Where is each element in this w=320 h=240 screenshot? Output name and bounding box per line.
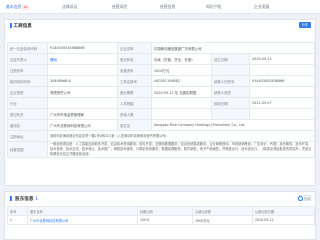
field-value: 一般经营项目是：人工智能应用软件开发；信息技术咨询服务；软件开发；互联网数据服务… <box>46 141 316 158</box>
field-label: 纳税人识别号 <box>211 75 250 87</box>
table-row: 组织机构代码 34498966-6 工商注册号 440301109882 纳税人… <box>7 75 316 87</box>
field-label <box>211 64 250 76</box>
column-header: 股东名称 <box>27 206 138 216</box>
field-label: 经营范围 <box>7 141 48 158</box>
field-value <box>47 97 118 109</box>
business-info-card: 工商信息 分享 统一社会信用代码 9144030034988666 企业名称 中… <box>4 19 316 186</box>
table-cell: 1000万元 <box>192 215 253 225</box>
field-label: 曾用名 <box>7 119 48 131</box>
field-label: 注册资本 <box>7 64 48 76</box>
field-label: 组织机构代码 <box>7 75 48 87</box>
table-header: 序号 股东名称 持股比例 认缴出资额 认缴出资日期 <box>7 206 315 216</box>
tab-label: 经营风险 <box>112 4 128 9</box>
field-value: 中国移动通信集团广东有限公司 <box>150 42 316 54</box>
tab-basic-info[interactable]: 基本信息 61 <box>6 3 30 10</box>
field-label <box>211 108 250 120</box>
tab-badge: 61 <box>22 4 30 10</box>
field-value: Jianggao Rice Company Holdings (Shenzhen… <box>150 119 316 131</box>
column-header: 认缴出资日期 <box>252 206 315 216</box>
field-value: 2021-09-07 <box>248 97 316 109</box>
field-value <box>151 108 212 120</box>
table-row: 企业类型 有限责任公司 营业期限 2020-09-12 至 无固定期限 纳税人资… <box>7 86 316 98</box>
section-title: 工商信息 <box>10 23 32 29</box>
column-header: 认缴出资额 <box>192 206 253 216</box>
section-title-text: 股东信息 <box>15 197 34 202</box>
tab-label: 法律诉讼 <box>62 4 78 9</box>
field-value: 1000万元 <box>151 64 212 76</box>
table-cell: 2020-09-12 <box>252 215 315 225</box>
field-label: 参保人数 <box>117 108 152 120</box>
column-header: 持股比例 <box>137 206 193 216</box>
field-label: 企业名称 <box>117 42 152 54</box>
search-icon <box>298 196 303 201</box>
field-label: 纳税人资质 <box>211 86 250 98</box>
field-label: 企业类型 <box>7 86 48 98</box>
field-value: 2020-09-12 <box>248 53 316 65</box>
shareholders-card: 股东信息 1 筛选 序号 股东名称 持股比例 认缴出资额 认缴出资日期 1 广州… <box>4 191 316 240</box>
registered-address: 深圳市前海深港合作区前湾一路1号A栋201室（入驻深圳市前海商务秘书有限公司） <box>50 133 169 138</box>
table-cell: 100% <box>137 215 193 225</box>
field-value: 广州市互联网科技有限公司 <box>47 119 118 131</box>
tab-label: 知识产权 <box>206 4 222 9</box>
table-row: 注册资本 实缴资本 1000万元 <box>7 64 316 76</box>
field-label: 登记状态 <box>117 53 152 65</box>
table-row: 注册地址 深圳市前海深港合作区前湾一路1号A栋201室（入驻深圳市前海商务秘书有… <box>7 130 316 142</box>
table-row: 登记机关 广州市市场监督管理局 参保人数 <box>7 108 316 120</box>
table-row: 法定代表人 魏明 登记状态 存续（在营、开业、在册） 成立日期 2020-09-… <box>7 53 316 65</box>
field-value <box>248 108 316 120</box>
field-label: 成立日期 <box>211 53 250 65</box>
table-cell: 1 <box>7 215 28 225</box>
tab-risk[interactable]: 经营风险 <box>112 3 127 10</box>
tab-label: 基本信息 <box>6 4 22 9</box>
tab-label: 经营信息 <box>160 4 176 9</box>
share-button[interactable]: 分享 <box>298 22 311 28</box>
field-value: 存续（在营、开业、在册） <box>151 53 212 65</box>
column-header: 序号 <box>7 206 28 216</box>
top-tab-bar: 基本信息 61 法律诉讼 经营风险 经营信息 知识产权 企业发展 <box>0 0 320 14</box>
field-label: 登记机关 <box>7 108 48 120</box>
field-value <box>151 97 212 109</box>
field-value: 2020-09-12 至 无固定期限 <box>151 86 212 98</box>
business-info-table: 统一社会信用代码 9144030034988666 企业名称 中国移动通信集团广… <box>7 42 316 158</box>
shareholders-table: 序号 股东名称 持股比例 认缴出资额 认缴出资日期 1 广州市互联网科技有限公司… <box>7 206 315 225</box>
section-title: 股东信息 1 <box>10 196 38 202</box>
field-label: 注册地址 <box>7 130 48 142</box>
tab-legal[interactable]: 法律诉讼 <box>62 3 77 10</box>
business-scope: 一般经营项目是：人工智能应用软件开发；信息技术咨询服务；软件开发；互联网数据服务… <box>50 142 312 157</box>
field-value: 440301109882 <box>151 75 212 87</box>
field-value <box>248 86 316 98</box>
count: 1 <box>35 197 39 202</box>
field-label: 统一社会信用代码 <box>7 42 48 54</box>
tab-ip[interactable]: 知识产权 <box>206 3 221 10</box>
table-row: 行业 人员规模 核准日期 2021-09-07 <box>7 97 316 109</box>
table-row: 1 广州市互联网科技有限公司 100% 1000万元 2020-09-12 <box>7 215 315 225</box>
legal-rep-link[interactable]: 魏明 <box>47 53 118 65</box>
shareholder-link[interactable]: 广州市互联网科技有限公司 <box>27 215 138 225</box>
field-label: 人员规模 <box>117 97 152 109</box>
filter-label: 筛选 <box>303 196 310 201</box>
field-label: 实缴资本 <box>117 64 152 76</box>
field-value: 深圳市前海深港合作区前湾一路1号A栋201室（入驻深圳市前海商务秘书有限公司） <box>46 130 316 142</box>
tab-development[interactable]: 企业发展 <box>254 3 269 10</box>
table-row: 统一社会信用代码 9144030034988666 企业名称 中国移动通信集团广… <box>7 42 316 54</box>
field-value: 广州市市场监督管理局 <box>47 108 118 120</box>
field-value <box>47 64 118 76</box>
field-label: 行业 <box>7 97 48 109</box>
table-row: 经营范围 一般经营项目是：人工智能应用软件开发；信息技术咨询服务；软件开发；互联… <box>7 141 316 158</box>
filter-button[interactable]: 筛选 <box>297 195 311 201</box>
field-value: 914403003498866 <box>248 75 316 87</box>
field-value: 9144030034988666 <box>47 42 118 54</box>
field-label: 工商注册号 <box>117 75 152 87</box>
field-value: 有限责任公司 <box>47 86 118 98</box>
field-value: 34498966-6 <box>47 75 118 87</box>
field-label: 法定代表人 <box>7 53 48 65</box>
field-label: 营业期限 <box>117 86 152 98</box>
field-value <box>248 64 316 76</box>
tab-operation[interactable]: 经营信息 <box>160 3 175 10</box>
tab-label: 企业发展 <box>254 4 270 9</box>
table-row: 曾用名 广州市互联网科技有限公司 英文名 Jianggao Rice Compa… <box>7 119 316 131</box>
field-label: 英文名 <box>117 119 152 131</box>
field-label: 核准日期 <box>211 97 250 109</box>
